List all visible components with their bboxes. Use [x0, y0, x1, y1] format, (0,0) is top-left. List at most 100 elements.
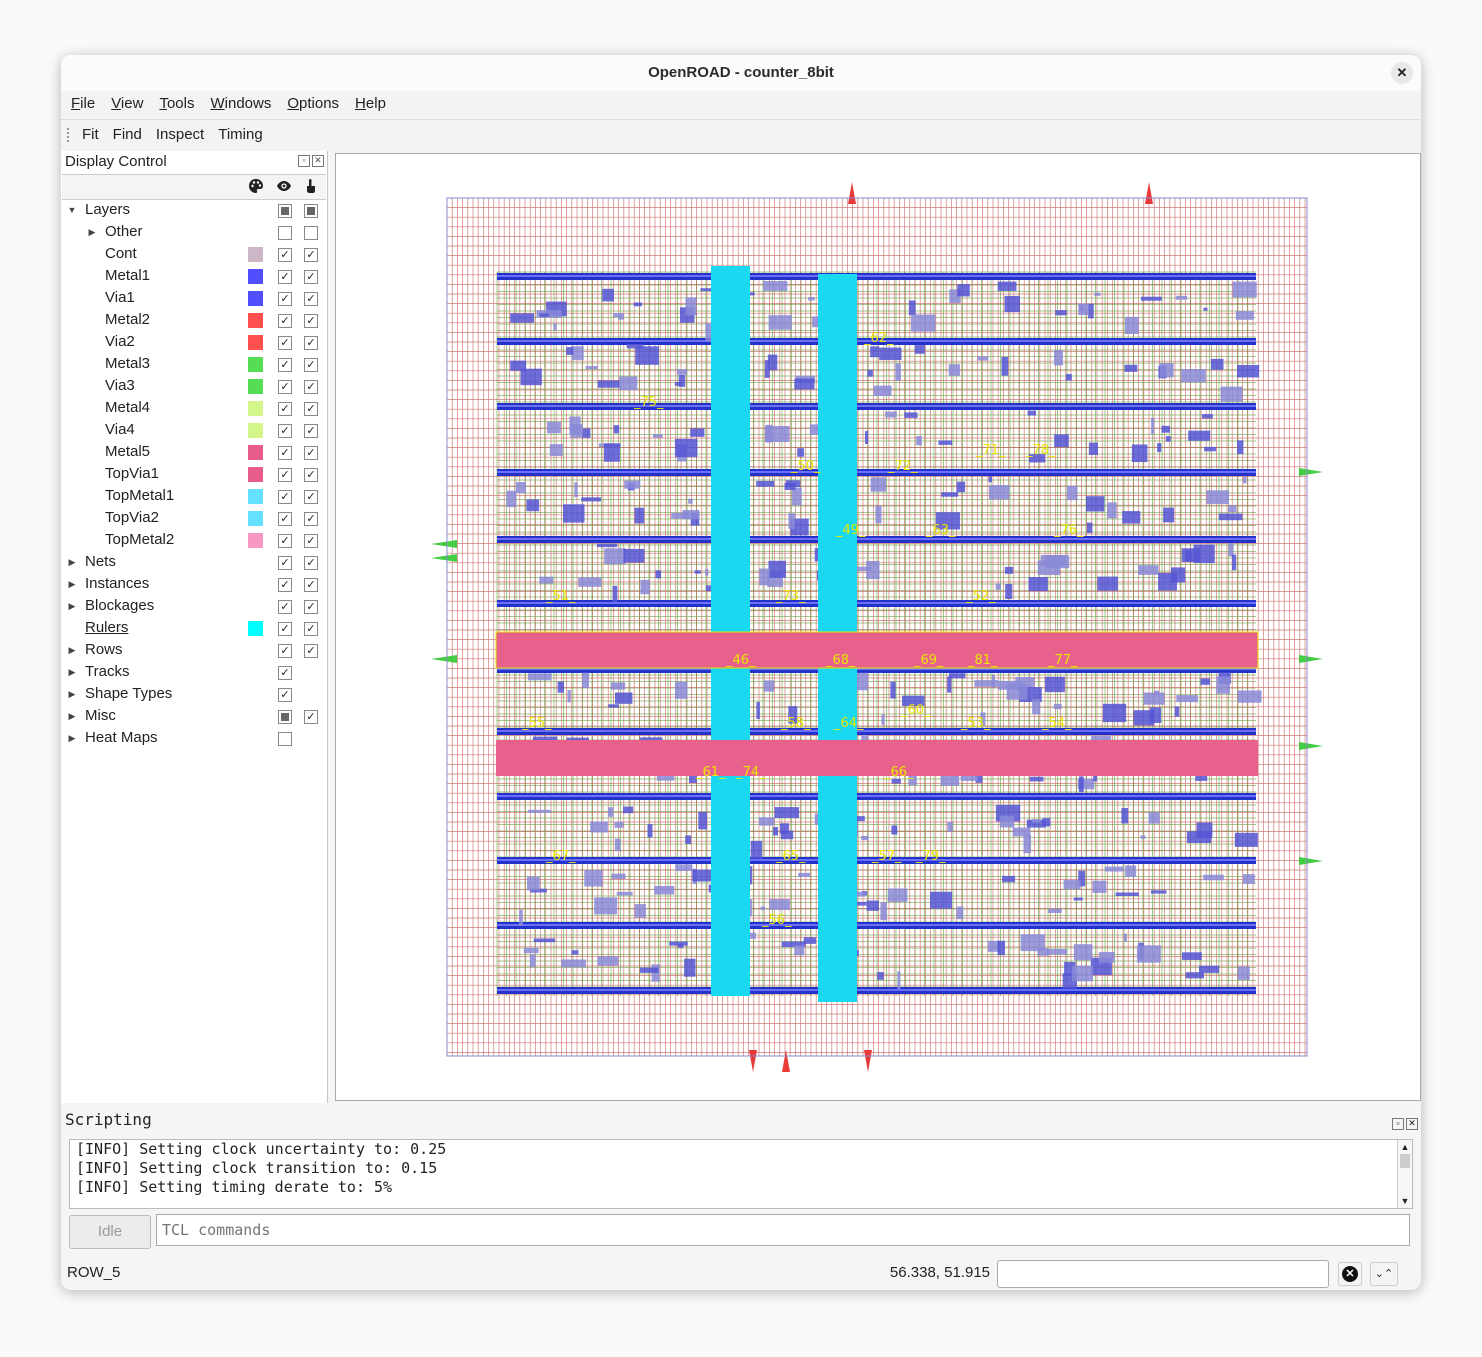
visible-checkbox[interactable]: ✓: [278, 336, 292, 350]
scroll-thumb[interactable]: [1400, 1154, 1410, 1168]
visible-checkbox[interactable]: [278, 710, 292, 724]
selectable-checkbox[interactable]: ✓: [304, 424, 318, 438]
visible-checkbox[interactable]: ✓: [278, 248, 292, 262]
color-swatch[interactable]: [248, 489, 263, 504]
expand-right-icon[interactable]: ▶: [67, 661, 77, 683]
selectable-checkbox[interactable]: ✓: [304, 292, 318, 306]
visible-checkbox[interactable]: ✓: [278, 644, 292, 658]
selectable-checkbox[interactable]: ✓: [304, 644, 318, 658]
selectable-checkbox[interactable]: ✓: [304, 600, 318, 614]
layer-row-rows[interactable]: ▶ Rows ✓ ✓: [61, 639, 326, 661]
tcl-command-input[interactable]: [156, 1214, 1410, 1246]
visible-checkbox[interactable]: ✓: [278, 688, 292, 702]
expand-right-icon[interactable]: ▶: [67, 573, 77, 595]
selectable-checkbox[interactable]: ✓: [304, 358, 318, 372]
expand-right-icon[interactable]: ▶: [67, 551, 77, 573]
layout-canvas[interactable]: _62_ _75_ _50_ _72_ _71_ _78_ _49_ _63_ _76_ _51_…: [335, 153, 1421, 1101]
layer-row-heat-maps[interactable]: ▶ Heat Maps: [61, 727, 326, 749]
visible-checkbox[interactable]: ✓: [278, 534, 292, 548]
color-swatch[interactable]: [248, 313, 263, 328]
color-swatch[interactable]: [248, 467, 263, 482]
menu-file[interactable]: File: [65, 91, 101, 117]
expand-right-icon[interactable]: ▶: [67, 595, 77, 617]
selectable-checkbox[interactable]: ✓: [304, 402, 318, 416]
selectable-checkbox[interactable]: ✓: [304, 710, 318, 724]
console-scrollbar[interactable]: ▲ ▼: [1397, 1140, 1412, 1208]
layer-row-other[interactable]: ▶ Other: [61, 221, 326, 243]
float-icon[interactable]: ▫: [298, 155, 310, 167]
layer-row-topvia1[interactable]: TopVia1 ✓ ✓: [61, 463, 326, 485]
color-swatch[interactable]: [248, 291, 263, 306]
fit-button[interactable]: Fit: [75, 120, 106, 150]
selectable-checkbox[interactable]: ✓: [304, 534, 318, 548]
visible-checkbox[interactable]: ✓: [278, 402, 292, 416]
layer-row-via2[interactable]: Via2 ✓ ✓: [61, 331, 326, 353]
layer-row-tracks[interactable]: ▶ Tracks ✓: [61, 661, 326, 683]
selectable-checkbox[interactable]: [304, 226, 318, 240]
menu-view[interactable]: View: [105, 91, 149, 117]
menu-help[interactable]: Help: [349, 91, 392, 117]
visible-checkbox[interactable]: [278, 204, 292, 218]
visible-checkbox[interactable]: [278, 226, 292, 240]
selectable-checkbox[interactable]: ✓: [304, 468, 318, 482]
clear-button[interactable]: ✕: [1338, 1262, 1362, 1286]
selectable-checkbox[interactable]: ✓: [304, 578, 318, 592]
selectable-checkbox[interactable]: [304, 204, 318, 218]
expand-icon[interactable]: ⌄⌃: [1370, 1262, 1398, 1286]
layer-row-via4[interactable]: Via4 ✓ ✓: [61, 419, 326, 441]
color-swatch[interactable]: [248, 247, 263, 262]
visible-checkbox[interactable]: ✓: [278, 622, 292, 636]
color-swatch[interactable]: [248, 445, 263, 460]
color-swatch[interactable]: [248, 511, 263, 526]
close-panel-icon[interactable]: ✕: [312, 155, 324, 167]
find-button[interactable]: Find: [106, 120, 149, 150]
selectable-checkbox[interactable]: ✓: [304, 622, 318, 636]
timing-button[interactable]: Timing: [211, 120, 269, 150]
visible-checkbox[interactable]: ✓: [278, 556, 292, 570]
visible-checkbox[interactable]: ✓: [278, 446, 292, 460]
visible-checkbox[interactable]: ✓: [278, 380, 292, 394]
expand-right-icon[interactable]: ▶: [67, 683, 77, 705]
scroll-up-icon[interactable]: ▲: [1398, 1140, 1412, 1154]
layer-row-topmetal2[interactable]: TopMetal2 ✓ ✓: [61, 529, 326, 551]
layer-row-rulers[interactable]: Rulers ✓ ✓: [61, 617, 326, 639]
visible-checkbox[interactable]: ✓: [278, 600, 292, 614]
toolbar-grip[interactable]: [67, 128, 71, 142]
layer-row-metal4[interactable]: Metal4 ✓ ✓: [61, 397, 326, 419]
expand-right-icon[interactable]: ▶: [67, 639, 77, 661]
menu-options[interactable]: Options: [281, 91, 345, 117]
status-search-input[interactable]: [997, 1260, 1329, 1288]
color-swatch[interactable]: [248, 621, 263, 636]
layer-row-topvia2[interactable]: TopVia2 ✓ ✓: [61, 507, 326, 529]
layer-row-misc[interactable]: ▶ Misc ✓: [61, 705, 326, 727]
layer-row-blockages[interactable]: ▶ Blockages ✓ ✓: [61, 595, 326, 617]
inspect-button[interactable]: Inspect: [149, 120, 211, 150]
expand-right-icon[interactable]: ▶: [67, 705, 77, 727]
visible-checkbox[interactable]: ✓: [278, 270, 292, 284]
visible-checkbox[interactable]: ✓: [278, 424, 292, 438]
close-icon[interactable]: ✕: [1391, 62, 1413, 84]
layer-row-layers[interactable]: ▼ Layers: [61, 199, 326, 221]
layer-row-topmetal1[interactable]: TopMetal1 ✓ ✓: [61, 485, 326, 507]
layer-row-metal3[interactable]: Metal3 ✓ ✓: [61, 353, 326, 375]
scroll-down-icon[interactable]: ▼: [1398, 1194, 1412, 1208]
color-swatch[interactable]: [248, 357, 263, 372]
selectable-checkbox[interactable]: ✓: [304, 336, 318, 350]
selectable-checkbox[interactable]: ✓: [304, 490, 318, 504]
layer-row-instances[interactable]: ▶ Instances ✓ ✓: [61, 573, 326, 595]
selectable-checkbox[interactable]: ✓: [304, 314, 318, 328]
layer-row-cont[interactable]: Cont ✓ ✓: [61, 243, 326, 265]
layout-drawing[interactable]: _62_ _75_ _50_ _72_ _71_ _78_ _49_ _63_ _76_ _51_…: [336, 154, 1420, 1100]
color-swatch[interactable]: [248, 533, 263, 548]
expand-right-icon[interactable]: ▶: [67, 727, 77, 749]
color-swatch[interactable]: [248, 423, 263, 438]
color-swatch[interactable]: [248, 269, 263, 284]
selectable-checkbox[interactable]: ✓: [304, 248, 318, 262]
layer-row-metal5[interactable]: Metal5 ✓ ✓: [61, 441, 326, 463]
selectable-checkbox[interactable]: ✓: [304, 270, 318, 284]
visible-checkbox[interactable]: ✓: [278, 512, 292, 526]
close-panel-icon[interactable]: ✕: [1406, 1118, 1418, 1130]
selectable-checkbox[interactable]: ✓: [304, 380, 318, 394]
menu-tools[interactable]: Tools: [153, 91, 200, 117]
layer-row-via1[interactable]: Via1 ✓ ✓: [61, 287, 326, 309]
